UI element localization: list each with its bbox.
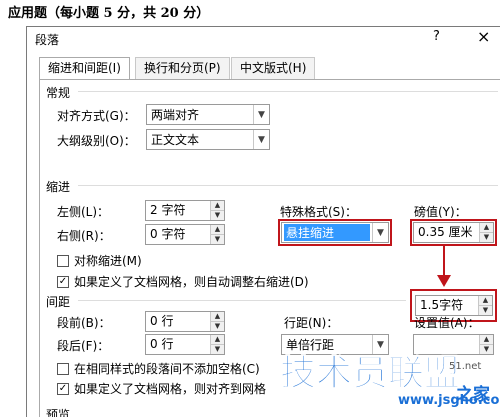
indent-left-value: 2 字符 [150, 203, 186, 217]
special-value: 悬挂缩进 [284, 224, 370, 241]
after-spinner[interactable]: 0 行 ▲ ▼ [145, 334, 225, 355]
spinner-arrows-icon[interactable]: ▲ ▼ [478, 296, 492, 315]
close-icon[interactable]: × [477, 27, 490, 46]
tab-asian-typography[interactable]: 中文版式(H) [231, 57, 316, 79]
before-spinner[interactable]: 0 行 ▲ ▼ [145, 311, 225, 332]
indent-right-label: 右侧(R)： [57, 229, 111, 243]
section-spacing: 间距 [46, 295, 71, 309]
watermark-logo: 技术员联盟 [279, 353, 461, 395]
check-icon[interactable]: ✓ [57, 275, 69, 288]
outline-value: 正文文本 [151, 133, 200, 147]
dialog-title: 段落 [35, 33, 60, 47]
by-spinner[interactable]: 0.35 厘米 ▲ ▼ [413, 222, 494, 243]
chevron-down-icon: ▼ [372, 223, 388, 242]
special-select[interactable]: 悬挂缩进 ▼ [281, 222, 389, 243]
spinner-arrows-icon[interactable]: ▲ ▼ [210, 225, 224, 244]
spinner-arrows-icon[interactable]: ▲ ▼ [210, 312, 224, 331]
spinner-arrows-icon[interactable]: ▲ ▼ [210, 335, 224, 354]
after-value: 0 行 [150, 337, 174, 351]
question-heading: 应用题（每小题 5 分，共 20 分） [8, 6, 210, 21]
red-arrow-icon [437, 245, 451, 287]
before-value: 0 行 [150, 314, 174, 328]
outline-select[interactable]: 正文文本 ▼ [146, 129, 270, 150]
no-space-label: 在相同样式的段落间不添加空格(C) [74, 362, 260, 376]
section-general: 常规 [46, 86, 71, 100]
check-icon[interactable]: ✓ [57, 382, 69, 395]
divider [78, 91, 498, 92]
snap-grid-checkbox[interactable]: ✓ 如果定义了文档网格，则对齐到网格 [57, 380, 266, 397]
line-spacing-label: 行距(N)： [284, 316, 339, 330]
special-label: 特殊格式(S)： [280, 205, 357, 219]
chevron-down-icon: ▼ [253, 105, 269, 124]
watermark-tag: 51.net [449, 361, 482, 372]
before-label: 段前(B)： [57, 316, 111, 330]
by-spinner-new[interactable]: 1.5字符 ▲ ▼ [415, 295, 493, 316]
by-value-new: 1.5字符 [420, 298, 464, 312]
by-value: 0.35 厘米 [418, 225, 473, 239]
divider [78, 300, 406, 301]
divider [78, 185, 498, 186]
checkbox-box[interactable] [57, 362, 69, 375]
spinner-arrows-icon[interactable]: ▲ ▼ [479, 335, 493, 354]
section-preview: 预览 [46, 408, 71, 417]
after-label: 段后(F)： [57, 339, 110, 353]
mirror-indent-label: 对称缩进(M) [74, 254, 142, 268]
snap-grid-label: 如果定义了文档网格，则对齐到网格 [74, 382, 267, 396]
no-space-checkbox[interactable]: 在相同样式的段落间不添加空格(C) [57, 360, 260, 377]
spinner-arrows-icon[interactable]: ▲ ▼ [210, 201, 224, 220]
auto-adjust-label: 如果定义了文档网格，则自动调整右缩进(D) [74, 275, 309, 289]
indent-right-spinner[interactable]: 0 字符 ▲ ▼ [145, 224, 225, 245]
at-label: 设置值(A)： [414, 316, 480, 330]
align-value: 两端对齐 [151, 108, 200, 122]
chevron-down-icon: ▼ [253, 130, 269, 149]
align-select[interactable]: 两端对齐 ▼ [146, 104, 270, 125]
by-label: 磅值(Y)： [414, 205, 467, 219]
indent-right-value: 0 字符 [150, 227, 186, 241]
tab-bar: 缩进和间距(I) 换行和分页(P) 中文版式(H) [39, 57, 499, 80]
outline-label: 大纲级别(O)： [57, 134, 136, 148]
align-label: 对齐方式(G)： [57, 109, 136, 123]
section-indent: 缩进 [46, 180, 71, 194]
help-icon[interactable]: ? [433, 29, 440, 44]
indent-left-spinner[interactable]: 2 字符 ▲ ▼ [145, 200, 225, 221]
watermark-url: www.jsgho.com [398, 393, 500, 408]
mirror-indent-checkbox[interactable]: 对称缩进(M) [57, 252, 142, 269]
spinner-arrows-icon[interactable]: ▲ ▼ [479, 223, 493, 242]
tab-line-page-breaks[interactable]: 换行和分页(P) [135, 57, 230, 79]
auto-adjust-checkbox[interactable]: ✓ 如果定义了文档网格，则自动调整右缩进(D) [57, 273, 309, 290]
tab-indent-spacing[interactable]: 缩进和间距(I) [39, 57, 130, 80]
indent-left-label: 左侧(L)： [57, 205, 110, 219]
checkbox-box[interactable] [57, 254, 69, 267]
